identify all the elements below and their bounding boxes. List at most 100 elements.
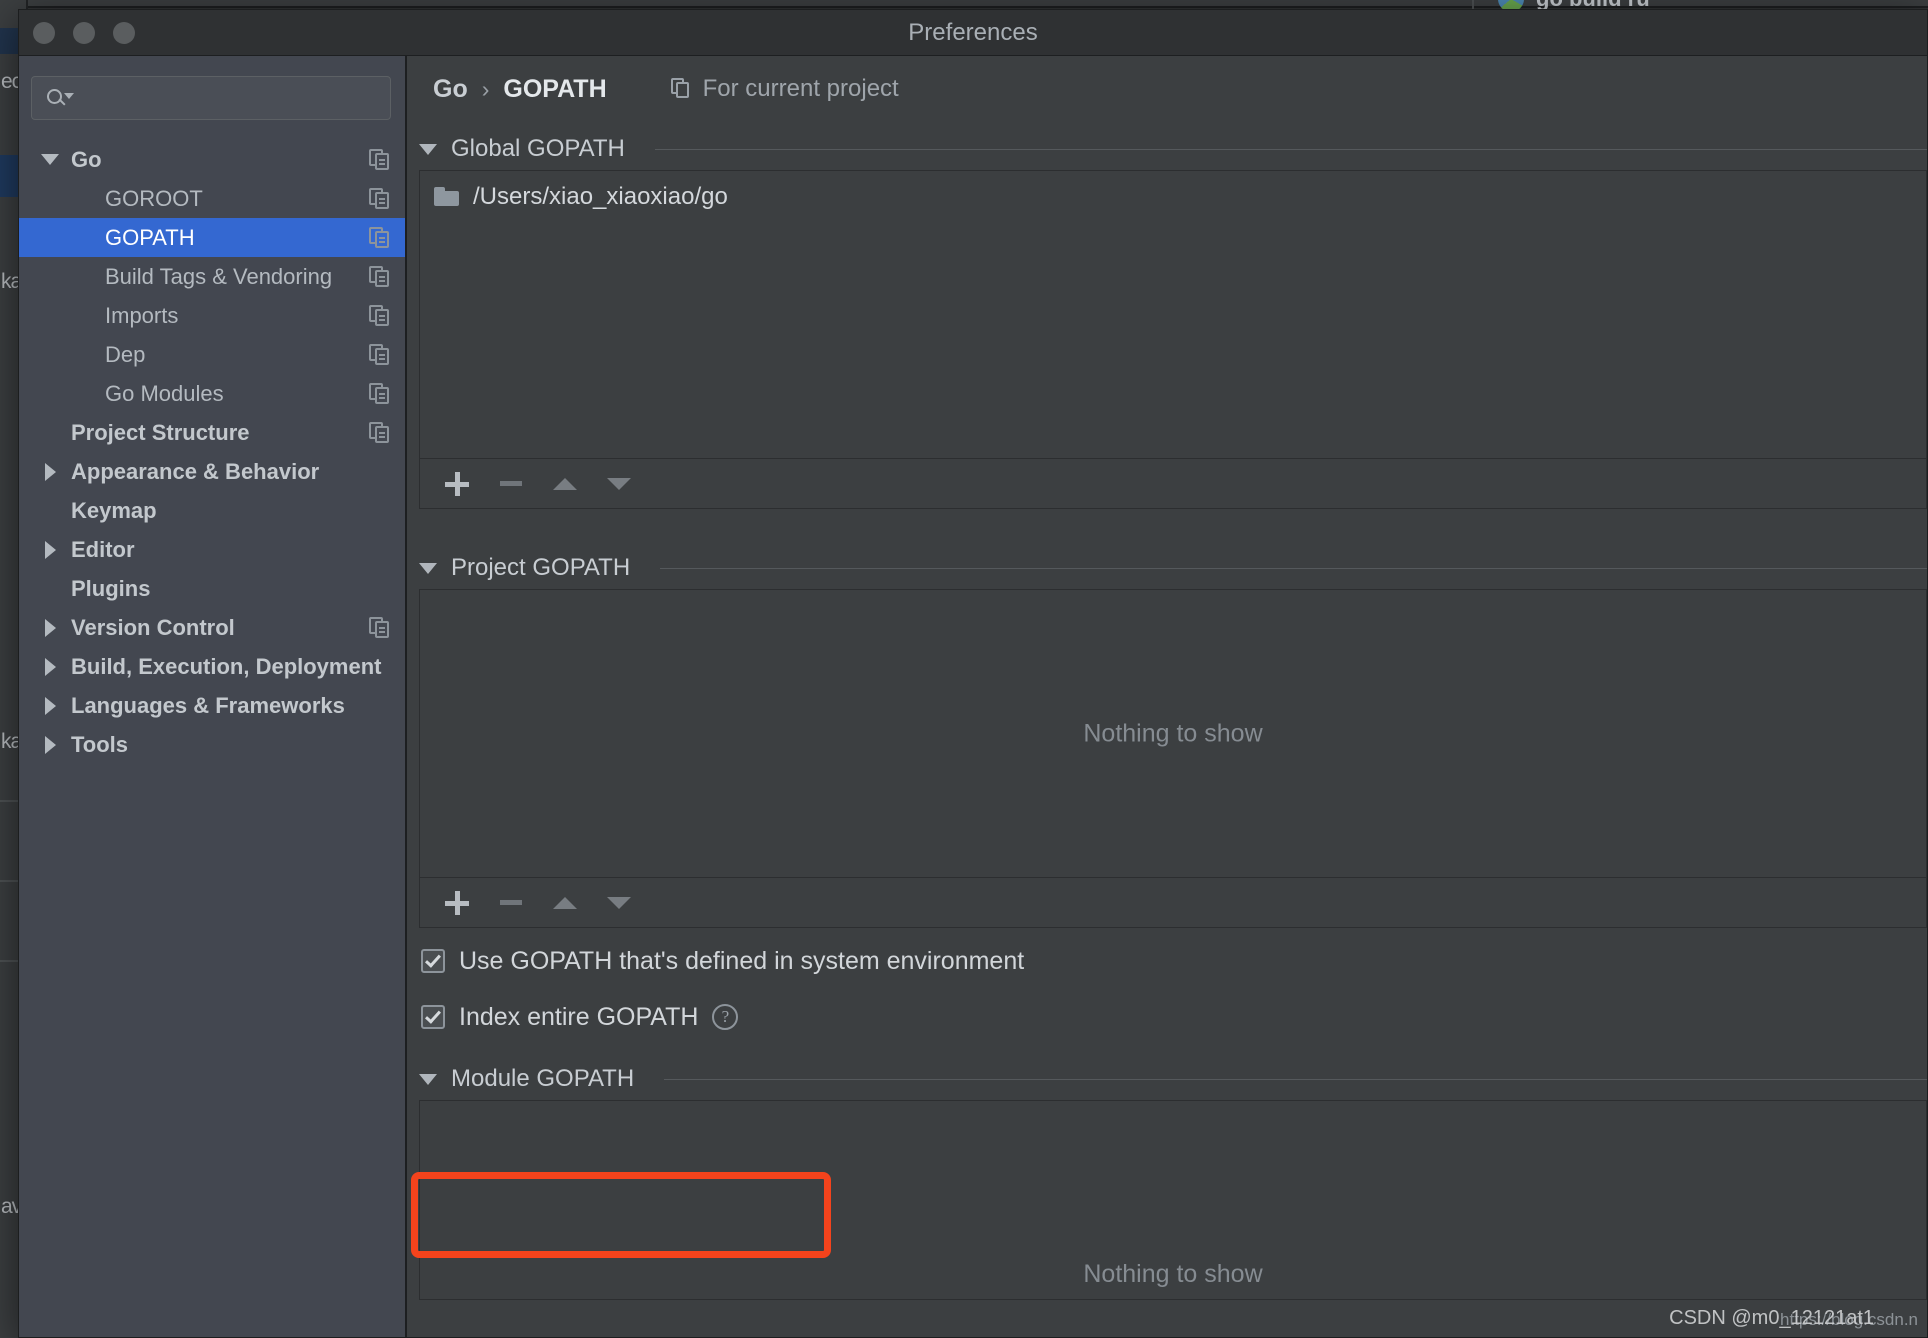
index-entire-gopath-checkbox[interactable] [421,1005,445,1029]
section-rule [660,568,1927,569]
sidebar-item-imports[interactable]: Imports [19,296,405,335]
chevron-right-icon[interactable] [45,697,56,715]
chevron-right-icon[interactable] [45,541,56,559]
sidebar-item-label: Go Modules [105,381,224,407]
window-title: Preferences [19,19,1927,47]
settings-main-pane: Go › GOPATH For current project Global G… [407,56,1927,1338]
help-icon[interactable]: ? [712,1004,738,1030]
index-entire-gopath-label: Index entire GOPATH [459,1003,698,1032]
expand-toggle[interactable] [37,736,63,754]
sidebar-item-go-modules[interactable]: Go Modules [19,374,405,413]
sidebar-item-keymap[interactable]: Keymap [19,491,405,530]
module-gopath-title: Module GOPATH [451,1065,634,1093]
triangle-down-icon [607,897,631,909]
expand-toggle[interactable] [37,697,63,715]
chevron-down-icon[interactable] [41,154,59,165]
copy-settings-icon[interactable] [369,305,391,327]
breadcrumb: Go › GOPATH For current project [407,56,1927,122]
remove-project-gopath-button[interactable] [484,878,538,928]
remove-gopath-button[interactable] [484,459,538,509]
sidebar-item-label: Build, Execution, Deployment [71,654,381,680]
project-gopath-title: Project GOPATH [451,554,630,582]
sidebar-item-gopath[interactable]: GOPATH [19,218,405,257]
sidebar-item-goroot[interactable]: GOROOT [19,179,405,218]
module-gopath-list[interactable]: Nothing to show [419,1100,1927,1300]
global-gopath-list[interactable]: /Users/xiao_xiaoxiao/go [419,170,1927,459]
breadcrumb-root[interactable]: Go [433,75,468,104]
sidebar-item-label: Go [71,147,102,173]
sidebar-item-label: Project Structure [71,420,250,446]
sidebar-item-go[interactable]: Go [19,140,405,179]
project-scope-indicator[interactable]: For current project [671,75,899,103]
module-gopath-header[interactable]: Module GOPATH [407,1058,1927,1100]
expand-toggle[interactable] [37,658,63,676]
copy-settings-icon[interactable] [369,617,391,639]
chevron-right-icon[interactable] [45,736,56,754]
sidebar-item-label: Editor [71,537,135,563]
chevron-right-icon[interactable] [45,463,56,481]
sidebar-item-appearance-behavior[interactable]: Appearance & Behavior [19,452,405,491]
triangle-up-icon [553,478,577,490]
expand-toggle[interactable] [37,154,63,165]
minus-icon [500,481,522,486]
add-project-gopath-button[interactable] [430,878,484,928]
move-down-button[interactable] [592,459,646,509]
search-container [19,56,405,120]
chevron-right-icon[interactable] [45,619,56,637]
index-entire-gopath-row[interactable]: Index entire GOPATH ? [407,994,1927,1040]
settings-tree: GoGOROOT GOPATH Build Tags & Vendoring Impo… [19,140,405,764]
sidebar-item-editor[interactable]: Editor [19,530,405,569]
copy-settings-icon[interactable] [369,149,391,171]
project-gopath-header[interactable]: Project GOPATH [407,547,1927,589]
copy-settings-icon[interactable] [369,344,391,366]
sidebar-item-tools[interactable]: Tools [19,725,405,764]
list-item[interactable]: /Users/xiao_xiaoxiao/go [420,171,1926,211]
move-up-button[interactable] [538,878,592,928]
search-box[interactable] [31,76,391,120]
window-titlebar[interactable]: Preferences [19,10,1927,56]
plus-icon [445,472,469,496]
chevron-right-icon[interactable] [45,658,56,676]
plus-icon [445,891,469,915]
copy-settings-icon[interactable] [369,422,391,444]
project-gopath-list[interactable]: Nothing to show [419,589,1927,878]
sidebar-item-label: GOROOT [105,186,203,212]
sidebar-item-label: Appearance & Behavior [71,459,319,485]
sidebar-item-plugins[interactable]: Plugins [19,569,405,608]
watermark: https://blog.csdn.n CSDN @m0_12121at1 [1780,1310,1918,1330]
sidebar-item-languages-frameworks[interactable]: Languages & Frameworks [19,686,405,725]
use-system-gopath-checkbox[interactable] [421,949,445,973]
sidebar-item-build-tags-vendoring[interactable]: Build Tags & Vendoring [19,257,405,296]
copy-settings-icon[interactable] [369,383,391,405]
add-gopath-button[interactable] [430,459,484,509]
copy-settings-icon[interactable] [369,188,391,210]
sidebar-item-label: Build Tags & Vendoring [105,264,332,290]
move-down-button[interactable] [592,878,646,928]
chevron-down-icon[interactable] [419,144,437,155]
sidebar-item-project-structure[interactable]: Project Structure [19,413,405,452]
sidebar-item-version-control[interactable]: Version Control [19,608,405,647]
breadcrumb-leaf: GOPATH [503,75,606,104]
sidebar-item-label: Languages & Frameworks [71,693,345,719]
expand-toggle[interactable] [37,541,63,559]
chevron-down-icon[interactable] [419,1074,437,1085]
project-gopath-toolbar [419,878,1927,928]
search-icon [46,87,72,109]
search-input[interactable] [72,87,390,109]
module-gopath-empty-text: Nothing to show [420,1260,1926,1289]
sidebar-item-label: Dep [105,342,145,368]
section-rule [655,149,1927,150]
gopath-path-label: /Users/xiao_xiaoxiao/go [473,183,728,211]
expand-toggle[interactable] [37,619,63,637]
expand-toggle[interactable] [37,463,63,481]
copy-settings-icon[interactable] [369,266,391,288]
sidebar-item-dep[interactable]: Dep [19,335,405,374]
copy-settings-icon[interactable] [369,227,391,249]
sidebar-item-build-execution-deployment[interactable]: Build, Execution, Deployment [19,647,405,686]
sidebar-item-label: Plugins [71,576,150,602]
project-scope-label: For current project [703,75,899,103]
use-system-gopath-row[interactable]: Use GOPATH that's defined in system envi… [407,938,1927,984]
chevron-down-icon[interactable] [419,563,437,574]
move-up-button[interactable] [538,459,592,509]
global-gopath-header[interactable]: Global GOPATH [407,128,1927,170]
